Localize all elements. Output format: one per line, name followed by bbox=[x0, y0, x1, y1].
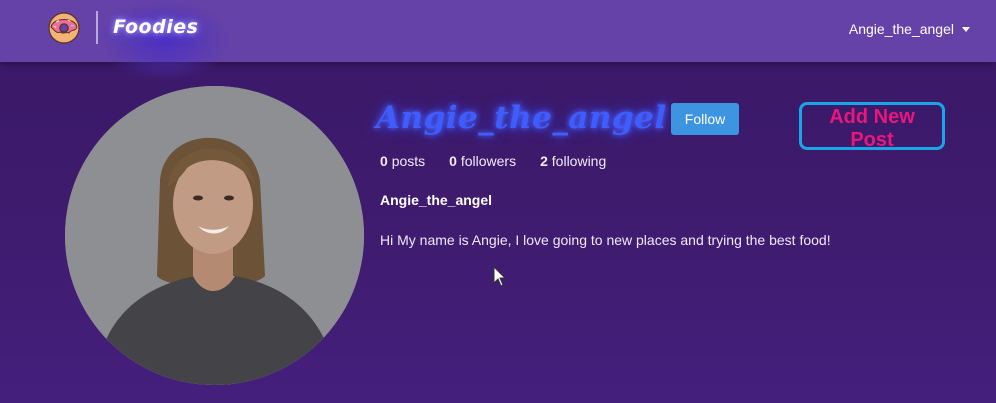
profile-username: Angie_the_angel bbox=[376, 100, 667, 136]
following-stat[interactable]: 2 following bbox=[540, 153, 606, 169]
avatar-photo bbox=[65, 86, 364, 385]
follow-button[interactable]: Follow bbox=[671, 103, 739, 135]
followers-label: followers bbox=[460, 153, 517, 169]
profile-display-name: Angie_the_angel bbox=[380, 192, 493, 208]
user-menu-label: Angie_the_angel bbox=[848, 21, 954, 37]
following-label: following bbox=[551, 153, 607, 169]
brand-name[interactable]: Foodies bbox=[113, 16, 198, 38]
profile-avatar bbox=[65, 86, 364, 385]
brand-divider bbox=[96, 11, 98, 44]
mouse-cursor-icon bbox=[493, 266, 507, 287]
brand-glow bbox=[100, 0, 230, 80]
posts-count: 0 bbox=[380, 153, 388, 169]
top-navbar: Foodies Angie_the_angel bbox=[0, 0, 996, 80]
chevron-down-icon bbox=[962, 26, 970, 32]
followers-count: 0 bbox=[449, 153, 457, 169]
profile-stats: 0 posts 0 followers 2 following bbox=[380, 153, 630, 169]
add-new-post-button[interactable]: Add New Post bbox=[799, 102, 945, 151]
followers-stat[interactable]: 0 followers bbox=[449, 153, 516, 169]
user-menu-dropdown[interactable]: Angie_the_angel bbox=[849, 21, 970, 37]
donut-icon[interactable] bbox=[48, 12, 80, 44]
posts-stat[interactable]: 0 posts bbox=[380, 153, 425, 169]
profile-bio: Hi My name is Angie, I love going to new… bbox=[380, 232, 831, 248]
posts-label: posts bbox=[391, 153, 426, 169]
following-count: 2 bbox=[540, 153, 548, 169]
